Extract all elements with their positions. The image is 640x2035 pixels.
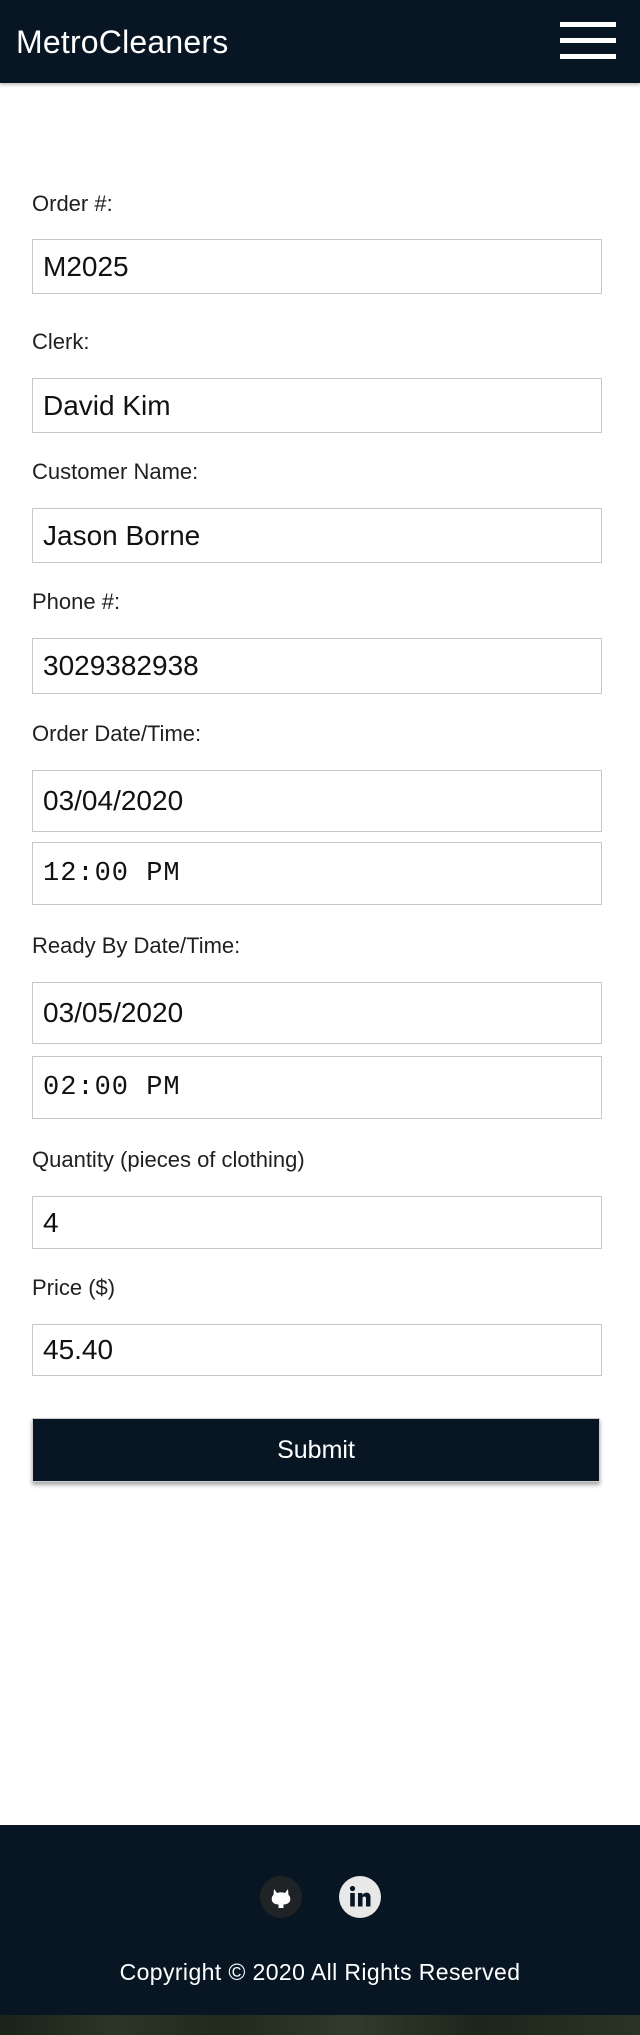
submit-button[interactable]: Submit (32, 1418, 600, 1482)
menu-bar (560, 54, 616, 59)
order-time-input[interactable] (32, 842, 602, 905)
footer-background-image (0, 2015, 640, 2035)
brand-title[interactable]: MetroCleaners (16, 22, 228, 62)
linkedin-icon-glyph (349, 1885, 371, 1907)
menu-bar (560, 22, 616, 27)
ready-date-input[interactable] (32, 982, 602, 1044)
phone-input[interactable] (32, 638, 602, 694)
order-number-input[interactable] (32, 239, 602, 294)
customer-name-input[interactable] (32, 508, 602, 563)
github-icon-glyph (271, 1889, 291, 1908)
github-icon[interactable] (260, 1876, 302, 1918)
phone-label: Phone #: (32, 589, 121, 614)
customer-name-label: Customer Name: (32, 459, 199, 484)
top-navbar: MetroCleaners (0, 0, 640, 83)
ready-time-input[interactable] (32, 1056, 602, 1119)
order-datetime-label: Order Date/Time: (32, 721, 202, 746)
copyright-text: Copyright © 2020 All Rights Reserved (119, 1959, 521, 1985)
quantity-input[interactable] (32, 1196, 602, 1249)
clerk-label: Clerk: (32, 329, 90, 354)
order-number-label: Order #: (32, 191, 113, 216)
ready-datetime-label: Ready By Date/Time: (32, 933, 241, 958)
menu-bar (560, 38, 616, 43)
order-date-input[interactable] (32, 770, 602, 832)
linkedin-icon[interactable] (339, 1876, 381, 1918)
price-label: Price ($) (32, 1275, 116, 1300)
hamburger-menu-icon[interactable] (560, 22, 616, 60)
quantity-label: Quantity (pieces of clothing) (32, 1147, 305, 1172)
price-input[interactable] (32, 1324, 602, 1376)
clerk-input[interactable] (32, 378, 602, 433)
